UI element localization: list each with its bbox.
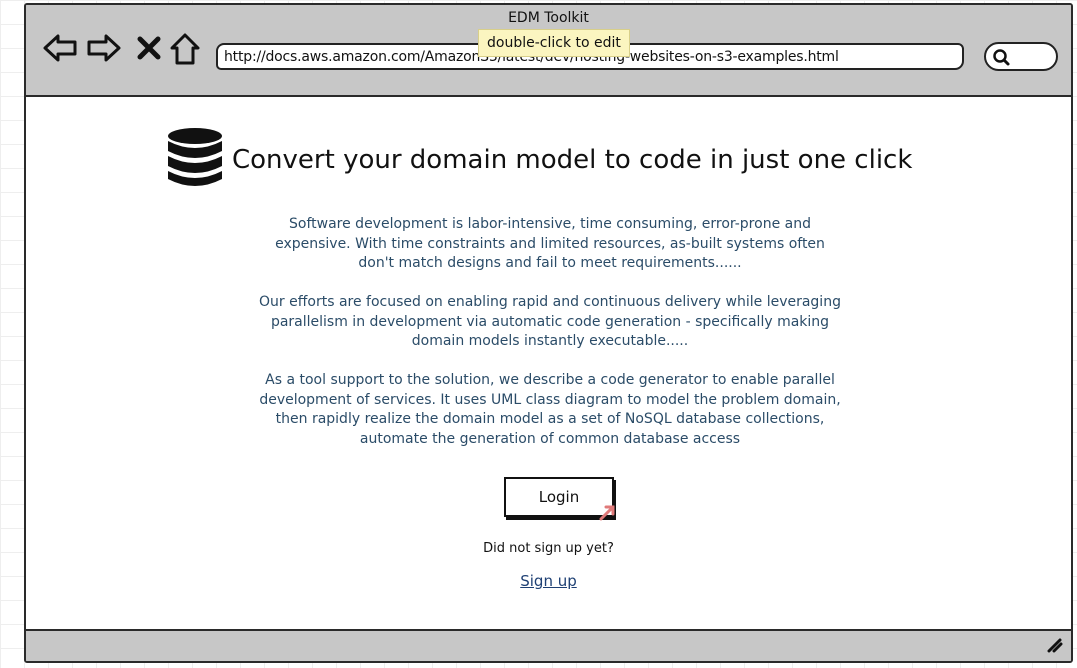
home-icon[interactable] [169, 32, 201, 70]
database-icon [166, 127, 224, 193]
browser-window: EDM Toolkit http://docs.aws.amazon.com/A… [24, 3, 1073, 663]
efforts-paragraph: Our efforts are focused on enabling rapi… [259, 294, 841, 349]
resize-grip-icon[interactable] [1043, 633, 1063, 657]
cursor-icon [599, 503, 617, 525]
edit-tooltip: double-click to edit [478, 29, 630, 57]
close-icon[interactable] [136, 35, 162, 65]
signup-container: Sign up [26, 571, 1071, 590]
search-icon [991, 47, 1011, 71]
search-field[interactable] [984, 42, 1058, 71]
login-button[interactable]: Login [504, 477, 614, 517]
headline: Convert your domain model to code in jus… [166, 127, 912, 193]
signup-link[interactable]: Sign up [520, 572, 577, 590]
arrow-right-icon[interactable] [86, 31, 122, 69]
page-title: Convert your domain model to code in jus… [232, 145, 913, 175]
browser-toolbar: EDM Toolkit http://docs.aws.amazon.com/A… [26, 5, 1071, 97]
arrow-left-icon[interactable] [42, 31, 78, 69]
solution-paragraph: As a tool support to the solution, we de… [259, 372, 841, 447]
status-bar [26, 629, 1071, 661]
window-title: EDM Toolkit [508, 10, 589, 26]
intro-paragraph: Software development is labor-intensive,… [275, 216, 825, 271]
signup-prompt: Did not sign up yet? [483, 541, 614, 556]
